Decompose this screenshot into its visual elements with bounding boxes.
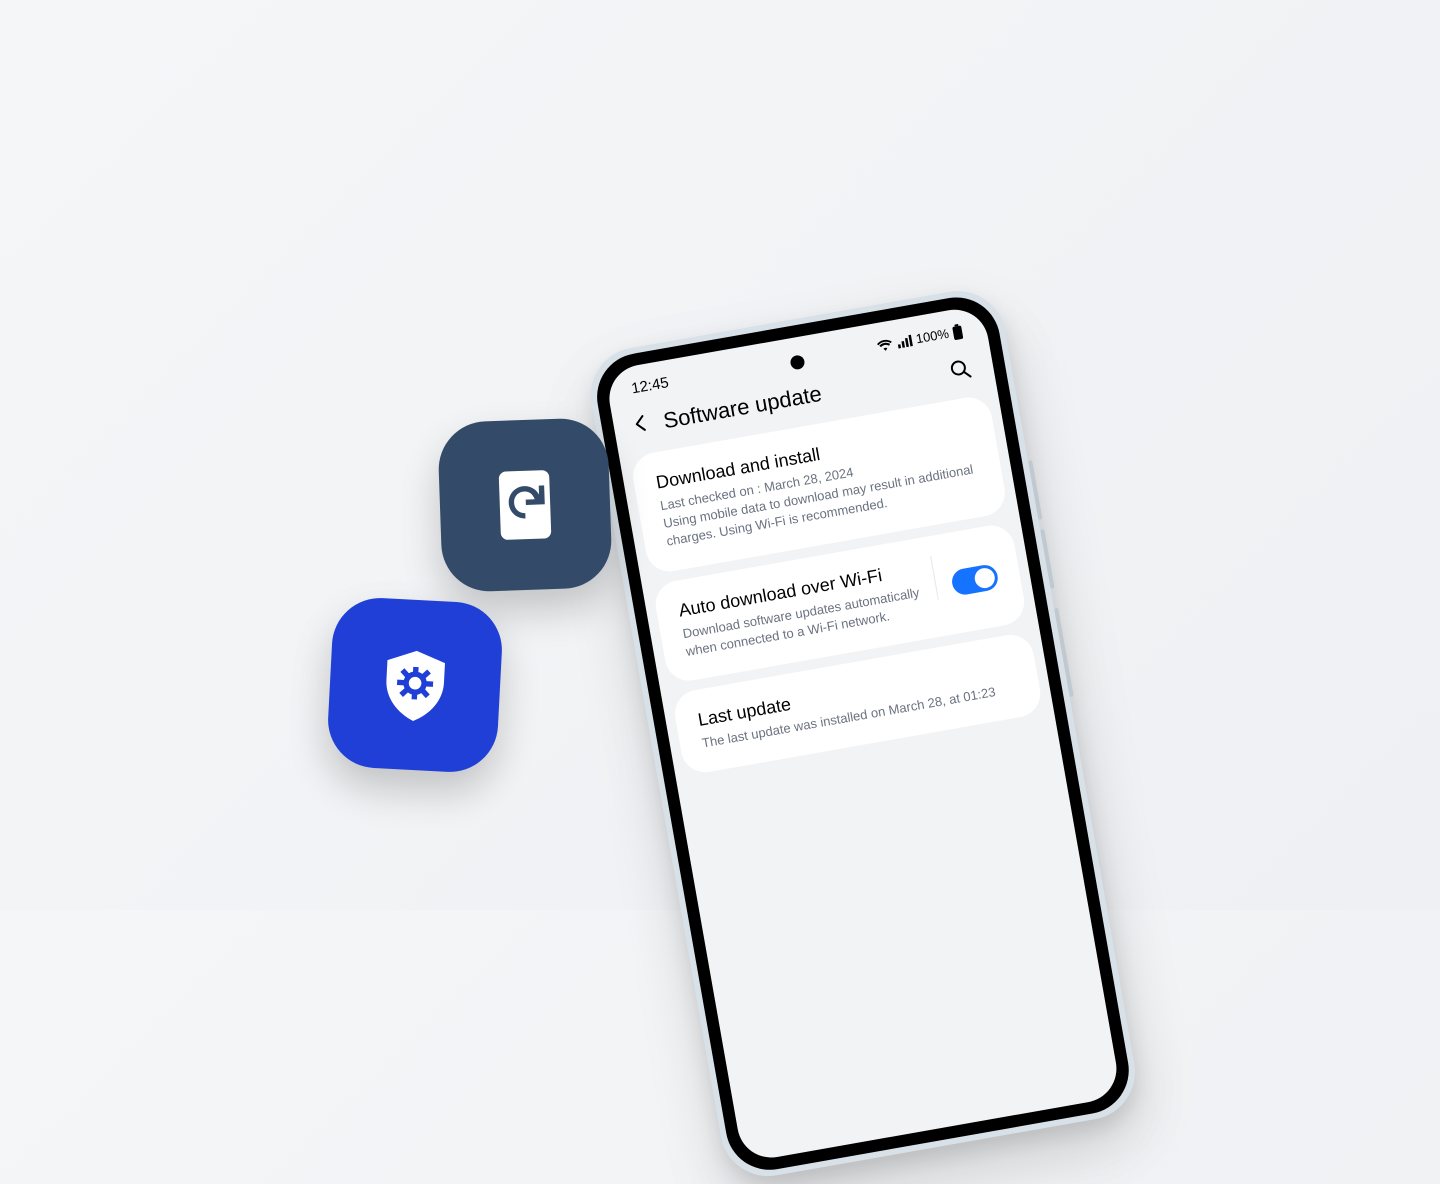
status-time: 12:45 [630, 374, 670, 397]
signal-icon [895, 334, 913, 349]
security-app-icon [326, 596, 505, 775]
auto-download-toggle[interactable] [950, 563, 1000, 597]
software-update-app-icon [437, 417, 613, 593]
back-button[interactable] [630, 411, 652, 440]
battery-text: 100% [915, 326, 950, 347]
wifi-icon [876, 337, 894, 352]
phone-mockup: 12:45 100% [583, 284, 1142, 1184]
search-button[interactable] [947, 356, 972, 381]
battery-icon [951, 323, 964, 340]
